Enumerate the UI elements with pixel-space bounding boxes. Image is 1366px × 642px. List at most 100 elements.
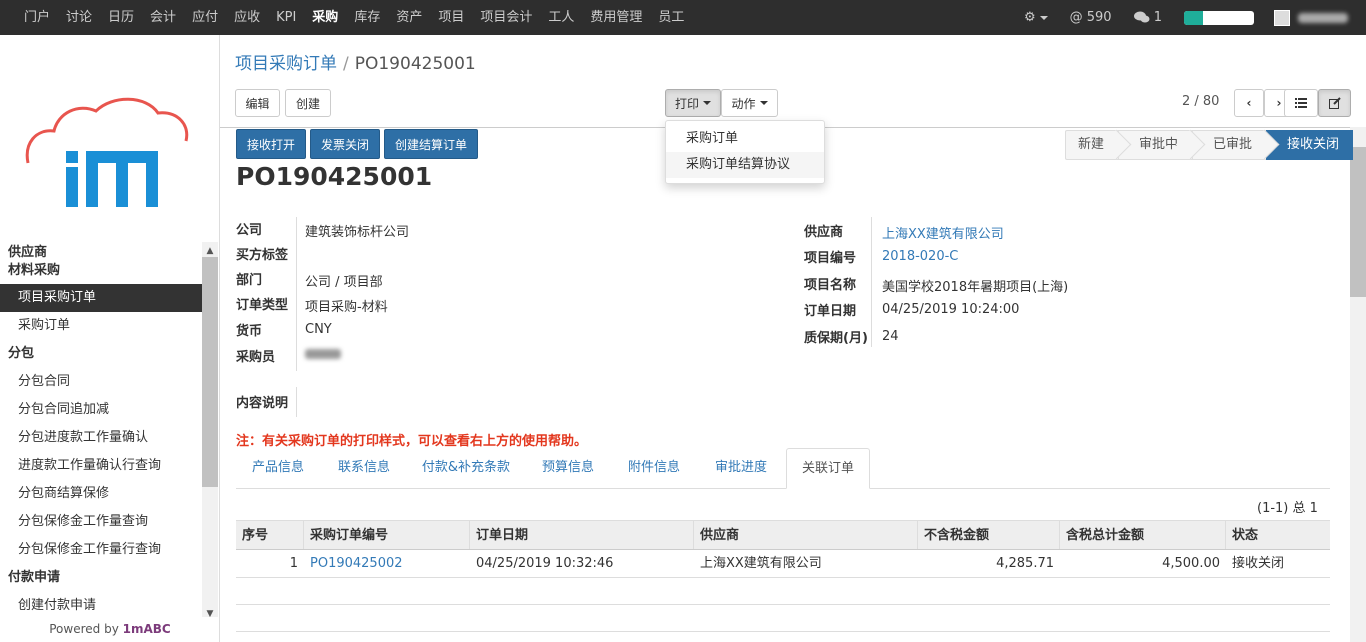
- sidebar-item[interactable]: 分包商结算保修: [0, 480, 202, 508]
- topnav-item[interactable]: 资产: [388, 0, 430, 35]
- user-name-blurred[interactable]: [1298, 12, 1348, 23]
- page-title: PO190425001: [236, 162, 433, 191]
- edit-form-icon: [1328, 97, 1341, 109]
- sidebar-item[interactable]: 分包进度款工作量确认: [0, 424, 202, 452]
- table-cell: 4,285.71: [996, 556, 1054, 571]
- sidebar-item[interactable]: 项目采购订单: [0, 284, 202, 312]
- tab-6[interactable]: 审批进度: [698, 448, 784, 489]
- breadcrumb-parent-link[interactable]: 项目采购订单: [235, 54, 337, 74]
- messages-counter[interactable]: 1: [1133, 10, 1162, 25]
- tab-5[interactable]: 附件信息: [612, 448, 696, 489]
- sidebar-section-header[interactable]: 材料采购: [0, 262, 202, 280]
- main-scrollbar[interactable]: [1350, 127, 1366, 642]
- field-label: 部门: [236, 273, 263, 288]
- column-header[interactable]: 订单日期: [470, 521, 694, 549]
- record-count: (1-1) 总 1: [1257, 501, 1318, 516]
- table-row-empty: [236, 605, 1330, 632]
- column-header[interactable]: 采购订单编号: [304, 521, 470, 549]
- sidebar-item[interactable]: 创建付款申请: [0, 592, 202, 617]
- field-label: 项目编号: [804, 251, 857, 266]
- print-dropdown-button[interactable]: 打印: [665, 89, 721, 117]
- at-icon: @: [1069, 10, 1083, 25]
- column-header[interactable]: 含税总计金额: [1060, 521, 1226, 549]
- sidebar-section-header[interactable]: 付款申请: [0, 564, 202, 592]
- topnav-item[interactable]: 费用管理: [582, 0, 650, 35]
- scroll-down-icon[interactable]: ▼: [202, 607, 218, 621]
- table-cell: 1: [289, 556, 298, 571]
- sidebar-section-header[interactable]: 供应商: [0, 244, 202, 262]
- topnav-item[interactable]: 项目会计: [472, 0, 540, 35]
- list-view-button[interactable]: [1284, 89, 1318, 117]
- column-header[interactable]: 序号: [236, 521, 304, 549]
- sidebar-item[interactable]: 分包合同: [0, 368, 202, 396]
- tab-2[interactable]: 联系信息: [322, 448, 406, 489]
- tab-3[interactable]: 付款&补充条款: [408, 448, 524, 489]
- topnav-item[interactable]: 员工: [650, 0, 692, 35]
- sidebar-scroll-thumb[interactable]: [202, 257, 218, 487]
- print-dropdown-menu: 采购订单 采购订单结算协议: [665, 120, 825, 184]
- create-settlement-order-button[interactable]: 创建结算订单: [384, 129, 478, 159]
- topnav-item[interactable]: 库存: [346, 0, 388, 35]
- sidebar-menu: 供应商 材料采购项目采购订单 采购订单 分包 分包合同 分包合同追加减 分包进度款工作量确认…: [0, 242, 202, 617]
- receive-open-button[interactable]: 接收打开: [236, 129, 306, 159]
- status-stage-bar: 新建 审批中 已审批 接收关闭: [1065, 130, 1354, 160]
- print-menu-item[interactable]: 采购订单结算协议: [666, 152, 824, 178]
- topnav-item[interactable]: KPI: [268, 0, 304, 35]
- print-menu-item[interactable]: 采购订单: [666, 126, 824, 152]
- table-row[interactable]: 1 PO190425002 04/25/2019 10:32:46 上海XX建筑有限公…: [236, 550, 1330, 578]
- description-field[interactable]: [296, 387, 297, 417]
- scroll-up-icon[interactable]: ▲: [202, 244, 218, 258]
- status-stage[interactable]: 新建: [1065, 130, 1119, 160]
- sidebar-item[interactable]: 分包合同追加减: [0, 396, 202, 424]
- chat-icon: [1133, 11, 1150, 23]
- action-label: 动作: [731, 96, 756, 111]
- usage-progress-bar: [1184, 10, 1254, 25]
- pager-counter[interactable]: 2 / 80: [1182, 94, 1219, 109]
- field-value[interactable]: 2018-020-C: [882, 249, 958, 264]
- print-help-note: 注：有关采购订单的打印样式，可以查看右上方的使用帮助。: [236, 434, 588, 449]
- table-cell[interactable]: PO190425002: [304, 550, 470, 577]
- top-right-tools: ⚙ @ 590 1: [1024, 0, 1366, 35]
- field-label: 订单类型: [236, 298, 289, 313]
- column-header[interactable]: 状态: [1226, 521, 1330, 549]
- tab-1[interactable]: 产品信息: [236, 448, 320, 489]
- chevron-down-icon: [759, 101, 768, 105]
- sidebar-item[interactable]: 分包保修金工作量行查询: [0, 536, 202, 564]
- field-value[interactable]: 上海XX建筑有限公司: [882, 223, 1004, 242]
- topnav-item[interactable]: 采购: [304, 0, 346, 35]
- settings-dropdown[interactable]: ⚙: [1024, 10, 1048, 25]
- column-header[interactable]: 供应商: [694, 521, 918, 549]
- topnav-item[interactable]: 应付: [184, 0, 226, 35]
- pager-previous-button[interactable]: ‹: [1234, 89, 1264, 117]
- avatar[interactable]: [1274, 9, 1290, 26]
- mentions-counter[interactable]: @ 590: [1070, 10, 1112, 25]
- powered-prefix: Powered by: [49, 622, 119, 636]
- edit-button[interactable]: 编辑: [235, 89, 280, 117]
- powered-brand[interactable]: 1mABC: [123, 622, 171, 636]
- table-header: 序号 采购订单编号 订单日期 供应商 不含税金额 含税总计金额 状态: [236, 520, 1330, 550]
- topnav-item[interactable]: 工人: [540, 0, 582, 35]
- main-scroll-thumb[interactable]: [1350, 147, 1366, 297]
- column-header[interactable]: 不含税金额: [918, 521, 1060, 549]
- topnav-item[interactable]: 讨论: [58, 0, 100, 35]
- chevron-right-icon: ›: [1276, 96, 1282, 110]
- tab-7[interactable]: 关联订单: [786, 448, 870, 489]
- form-view-button[interactable]: [1318, 89, 1351, 117]
- sidebar-item[interactable]: 分包保修金工作量查询: [0, 508, 202, 536]
- sidebar-section-header[interactable]: 分包: [0, 340, 202, 368]
- topnav-item[interactable]: 门户: [16, 0, 58, 35]
- field-value: CNY: [305, 322, 332, 337]
- field-value: 项目采购-材料: [305, 300, 388, 315]
- sidebar-item[interactable]: 进度款工作量确认行查询: [0, 452, 202, 480]
- create-button[interactable]: 创建: [285, 89, 331, 117]
- tab-4[interactable]: 预算信息: [526, 448, 610, 489]
- status-stage[interactable]: 接收关闭: [1266, 130, 1354, 160]
- action-dropdown-button[interactable]: 动作: [721, 89, 778, 117]
- topnav-item[interactable]: 应收: [226, 0, 268, 35]
- topnav-item[interactable]: 日历: [100, 0, 142, 35]
- topnav-item[interactable]: 项目: [430, 0, 472, 35]
- sidebar-item[interactable]: 采购订单: [0, 312, 202, 340]
- topnav-item[interactable]: 会计: [142, 0, 184, 35]
- invoice-close-button[interactable]: 发票关闭: [310, 129, 380, 159]
- chevron-down-icon: [703, 101, 711, 105]
